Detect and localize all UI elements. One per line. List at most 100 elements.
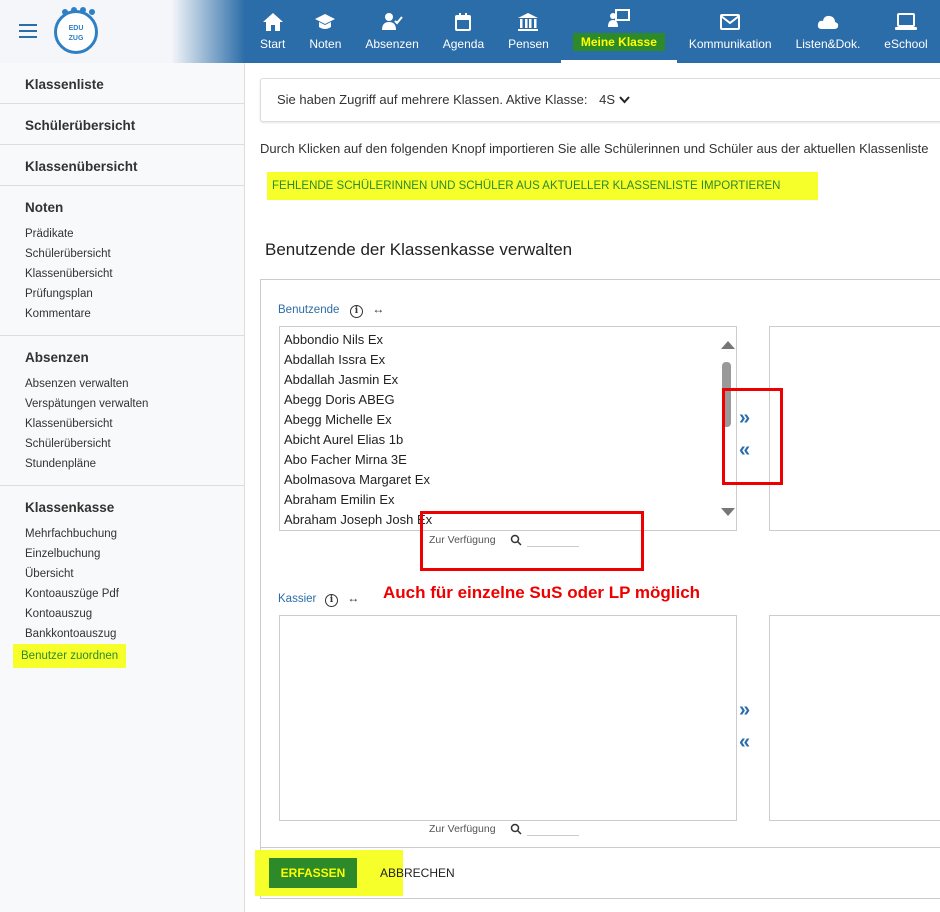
access-text: Sie haben Zugriff auf mehrere Klassen. A…	[277, 92, 588, 107]
nav-pensen[interactable]: Pensen	[496, 0, 561, 63]
nav-absenzen[interactable]: Absenzen	[353, 0, 430, 63]
available-cashier-list[interactable]	[279, 615, 737, 821]
nav-listen-dok[interactable]: Listen&Dok.	[784, 0, 873, 63]
sidebar-item-stundenplaene[interactable]: Stundenpläne	[25, 454, 219, 474]
sidebar-item-kontoauszuege-pdf[interactable]: Kontoauszüge Pdf	[25, 584, 219, 604]
chevron-down-icon	[618, 96, 630, 104]
logo-figures-icon	[62, 7, 95, 15]
move-left-button[interactable]: «	[739, 434, 750, 466]
sidebar-group-klassenkasse: Klassenkasse Mehrfachbuchung Einzelbuchu…	[0, 486, 244, 679]
logo-text-top: EDU	[68, 25, 84, 32]
sidebar-item-schueleruebersicht[interactable]: Schülerübersicht	[25, 244, 219, 264]
main-content: Sie haben Zugriff auf mehrere Klassen. A…	[246, 63, 940, 912]
sidebar-heading-klassenuebersicht[interactable]: Klassenübersicht	[25, 159, 219, 174]
sidebar-item-verspaetungen-verwalten[interactable]: Verspätungen verwalten	[25, 394, 219, 414]
user-check-icon	[382, 13, 403, 30]
nav-agenda[interactable]: Agenda	[431, 0, 496, 63]
list-item[interactable]: Abegg Michelle Ex	[280, 410, 736, 430]
nav-label: Kommunikation	[688, 37, 772, 51]
cloud-icon	[817, 15, 839, 29]
hamburger-menu-icon[interactable]	[19, 24, 37, 38]
sidebar-item-bankkontoauszug[interactable]: Bankkontoauszug	[25, 624, 219, 644]
users-filter-input[interactable]	[527, 533, 580, 547]
sidebar-group-absenzen: Absenzen Absenzen verwalten Verspätungen…	[0, 336, 244, 486]
search-icon	[511, 534, 522, 546]
list-item[interactable]: Abraham Joseph Josh Ex	[280, 510, 736, 530]
nav-start[interactable]: Start	[248, 0, 297, 63]
scroll-thumb[interactable]	[722, 362, 731, 427]
scroll-down-arrow-icon[interactable]	[721, 508, 735, 516]
move-left-button[interactable]: «	[739, 726, 750, 758]
scroll-up-arrow-icon[interactable]	[721, 341, 735, 349]
sidebar-group-noten: Noten Prädikate Schülerübersicht Klassen…	[0, 186, 244, 336]
info-icon[interactable]: i	[325, 594, 338, 607]
erfassen-button[interactable]: ERFASSEN	[269, 858, 357, 888]
move-right-button[interactable]: »	[739, 402, 750, 434]
cashier-filter: Zur Verfügung	[429, 822, 580, 836]
list-item[interactable]: Abolmasova Margaret Ex	[280, 470, 736, 490]
cashier-filter-input[interactable]	[527, 822, 580, 836]
expand-horizontal-icon[interactable]: ↔	[347, 591, 359, 605]
sidebar-item-einzelbuchung[interactable]: Einzelbuchung	[25, 544, 219, 564]
list-item[interactable]: Abegg Doris ABEG	[280, 390, 736, 410]
nav-label: Pensen	[508, 37, 549, 51]
annotation-text: Auch für einzelne SuS oder LP möglich	[383, 583, 701, 602]
home-icon	[262, 13, 283, 31]
graduation-cap-icon	[315, 14, 336, 29]
brand-area: EDU ZUG	[0, 0, 245, 63]
nav-eschool[interactable]: eSchool	[872, 0, 939, 63]
sidebar-item-mehrfachbuchung[interactable]: Mehrfachbuchung	[25, 524, 219, 544]
nav-noten[interactable]: Noten	[297, 0, 353, 63]
search-icon	[511, 823, 522, 835]
cashier-move-buttons: » «	[739, 694, 750, 758]
sidebar-item-klassenuebersicht[interactable]: Klassenübersicht	[25, 414, 219, 434]
sidebar-item-pruefungsplan[interactable]: Prüfungsplan	[25, 284, 219, 304]
list-item[interactable]: Abdallah Jasmin Ex	[280, 370, 736, 390]
sidebar-item-praedikate[interactable]: Prädikate	[25, 224, 219, 244]
info-icon[interactable]: i	[350, 305, 363, 318]
sidebar-item-schueleruebersicht[interactable]: Schülerübersicht	[25, 434, 219, 454]
nav-meine-klasse[interactable]: Meine Klasse	[560, 0, 677, 63]
import-missing-students-button[interactable]: FEHLENDE SCHÜLERINNEN UND SCHÜLER AUS AK…	[267, 172, 818, 200]
available-users-list[interactable]: Abbondio Nils Ex Abdallah Issra Ex Abdal…	[279, 326, 737, 531]
active-class-select[interactable]: 4S	[599, 92, 630, 107]
selected-cashier-list[interactable]	[769, 615, 940, 821]
sidebar-heading-schueleruebersicht[interactable]: Schülerübersicht	[25, 118, 219, 133]
calendar-icon	[455, 13, 472, 31]
list-item[interactable]: Abbondio Nils Ex	[280, 330, 736, 350]
abbrechen-button[interactable]: ABBRECHEN	[380, 858, 455, 888]
section-title: Benutzende der Klassenkasse verwalten	[265, 240, 573, 259]
sidebar: Klassenliste Schülerübersicht Klassenübe…	[0, 63, 245, 912]
active-class-value: 4S	[599, 92, 616, 107]
list-item[interactable]: Abdallah Issra Ex	[280, 350, 736, 370]
edu-zug-logo[interactable]: EDU ZUG	[54, 7, 98, 54]
sidebar-item-benutzer-zuordnen[interactable]: Benutzer zuordnen	[13, 644, 127, 668]
list-item[interactable]: Abicht Aurel Elias 1b	[280, 430, 736, 450]
nav-label: eSchool	[884, 37, 928, 51]
list-item[interactable]: Abraham Emilin Ex	[280, 490, 736, 510]
move-right-button[interactable]: »	[739, 694, 750, 726]
selected-users-list[interactable]	[769, 326, 940, 531]
sidebar-item-klassenuebersicht[interactable]: Klassenübersicht	[25, 264, 219, 284]
nav-label: Noten	[309, 37, 342, 51]
nav-label: Start	[260, 37, 286, 51]
sidebar-group-klassenuebersicht: Klassenübersicht	[0, 145, 244, 186]
institution-icon	[518, 13, 539, 31]
sidebar-heading-klassenliste[interactable]: Klassenliste	[25, 77, 219, 92]
list-item[interactable]: Abo Facher Mirna 3E	[280, 450, 736, 470]
sidebar-heading-klassenkasse: Klassenkasse	[25, 500, 115, 515]
sidebar-item-uebersicht[interactable]: Übersicht	[25, 564, 219, 584]
sidebar-group-schueleruebersicht: Schülerübersicht	[0, 104, 244, 145]
sidebar-item-kontoauszug[interactable]: Kontoauszug	[25, 604, 219, 624]
nav-kommunikation[interactable]: Kommunikation	[677, 0, 784, 63]
users-label: Benutzende	[278, 304, 340, 316]
form-footer: ERFASSEN ABBRECHEN	[255, 847, 940, 897]
top-bar: EDU ZUG Start Noten Absenzen Agenda Pens…	[0, 0, 940, 63]
expand-horizontal-icon[interactable]: ↔	[372, 302, 384, 316]
sidebar-group-klassenliste: Klassenliste	[0, 63, 244, 104]
sidebar-item-kommentare[interactable]: Kommentare	[25, 304, 219, 324]
main-nav: Start Noten Absenzen Agenda Pensen Meine…	[248, 0, 940, 63]
logo-text-bottom: ZUG	[68, 35, 84, 42]
sidebar-item-absenzen-verwalten[interactable]: Absenzen verwalten	[25, 374, 219, 394]
users-list-scrollbar[interactable]	[718, 327, 736, 530]
